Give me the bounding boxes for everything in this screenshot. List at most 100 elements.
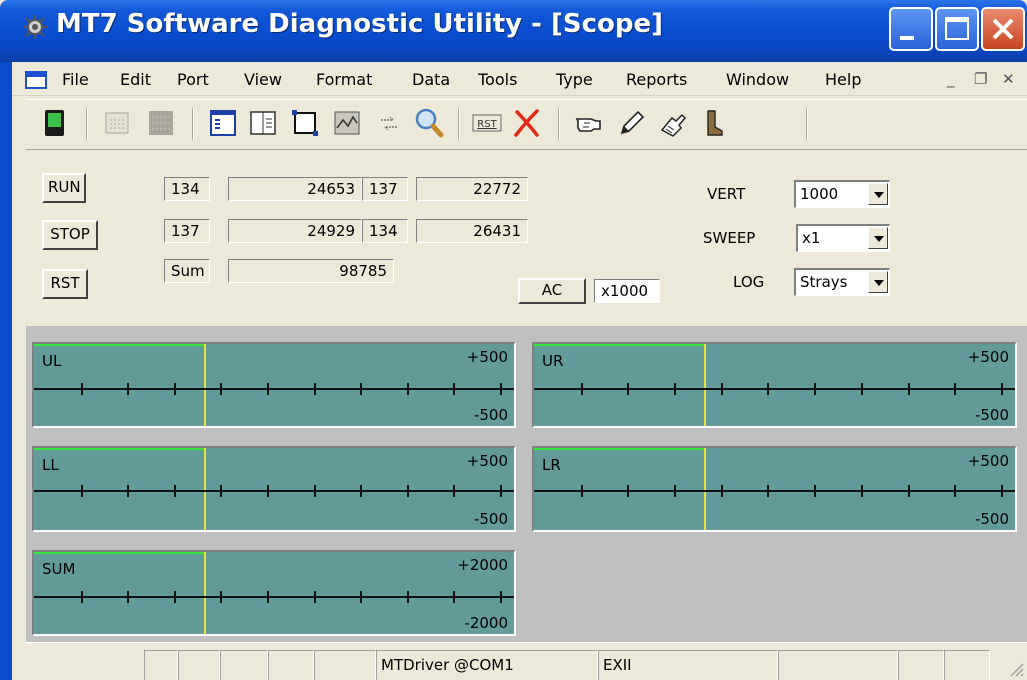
tick-mark [220,591,222,603]
menu-edit[interactable]: Edit [120,70,151,89]
minimize-button[interactable] [889,7,933,51]
book-icon[interactable] [38,106,72,140]
tick-mark [81,383,83,395]
menu-reports[interactable]: Reports [626,70,687,89]
trigger-line [204,344,206,426]
tick-mark [220,383,222,395]
maximize-button[interactable] [935,7,979,51]
scale-top: +2000 [457,556,508,574]
sum-field: 98785 [228,259,394,283]
top-line [34,552,204,554]
window-frame-inner [12,96,26,680]
tick-mark [500,383,502,395]
app-icon [23,15,47,39]
tick-mark [81,591,83,603]
tick-mark [453,485,455,497]
scale-top: +500 [466,452,508,470]
scale-bottom: -2000 [464,614,508,632]
tick-mark [627,485,629,497]
tick-mark [174,383,176,395]
stop-button[interactable]: STOP [42,220,98,250]
resize-grip-icon[interactable] [1005,658,1025,678]
axis-line [34,388,514,390]
log-label: LOG [733,273,765,291]
axis-line [34,490,514,492]
delete-icon[interactable] [510,106,544,140]
maximize-icon [945,17,969,40]
tick-mark [174,591,176,603]
tick-mark [1001,485,1003,497]
child-minimize-icon[interactable]: _ [947,70,955,88]
menu-file[interactable]: File [62,70,89,89]
axis-line [534,490,1015,492]
status-pane [144,650,178,680]
menu-view[interactable]: View [244,70,282,89]
reset-button[interactable]: RST [42,269,88,299]
status-pane [268,650,314,680]
tick-mark [674,485,676,497]
value-field: 26431 [416,219,528,243]
scope-ul[interactable]: UL +500 -500 [32,342,516,428]
channel-label: LL [42,456,59,474]
count-field: 137 [362,177,408,201]
tick-mark [314,591,316,603]
split-view-icon[interactable] [246,106,280,140]
scope-ur[interactable]: UR +500 -500 [532,342,1017,428]
status-pane [898,650,944,680]
child-close-icon[interactable]: ✕ [1002,70,1015,88]
scale-bottom: -500 [974,510,1009,528]
tick-mark [861,485,863,497]
menu-port[interactable]: Port [177,70,209,89]
pencil-icon[interactable] [614,106,648,140]
tick-mark [814,485,816,497]
menu-type[interactable]: Type [556,70,593,89]
ac-button[interactable]: AC [518,278,586,304]
tick-mark [407,383,409,395]
channel-label: UL [42,352,62,370]
tick-mark [627,383,629,395]
run-button[interactable]: RUN [42,173,86,203]
frame-view-icon[interactable] [288,106,322,140]
log-select[interactable]: Strays [794,268,890,296]
grid-small-icon[interactable] [100,106,134,140]
title-bar[interactable]: MT7 Software Diagnostic Utility - [Scope… [0,0,1027,62]
chevron-down-icon[interactable] [868,183,888,205]
close-button[interactable] [981,7,1025,51]
scope-lr[interactable]: LR +500 -500 [532,446,1017,532]
count-field: 134 [164,177,210,201]
magnifier-icon[interactable] [412,106,446,140]
chevron-down-icon[interactable] [868,227,888,249]
grid-large-icon[interactable] [144,106,178,140]
toolbar-separator [458,108,460,140]
tick-mark [174,485,176,497]
toolbar-separator [558,108,560,140]
reset-icon[interactable]: RST [470,106,504,140]
toolbar-separator [806,108,808,140]
document-icon[interactable] [25,71,47,89]
tick-mark [500,485,502,497]
tick-mark [908,485,910,497]
list-view-icon[interactable] [206,106,240,140]
menu-data[interactable]: Data [412,70,450,89]
menu-window[interactable]: Window [726,70,789,89]
menu-tools[interactable]: Tools [478,70,517,89]
tick-mark [767,485,769,497]
multiplier-field: x1000 [594,279,660,303]
waveform-icon[interactable] [330,106,364,140]
tick-mark [954,485,956,497]
top-line [534,448,704,450]
boot-icon[interactable] [696,106,730,140]
scope-sum[interactable]: SUM +2000 -2000 [32,550,516,636]
pointing-hand-icon[interactable] [572,106,606,140]
sweep-select[interactable]: x1 [796,224,890,252]
trigger-line [204,552,206,634]
eraser-hand-icon[interactable] [656,106,690,140]
scope-ll[interactable]: LL +500 -500 [32,446,516,532]
vert-select[interactable]: 1000 [794,180,890,208]
menu-format[interactable]: Format [316,70,372,89]
chevron-down-icon[interactable] [868,271,888,293]
value-field: 24653 [228,177,362,201]
transfer-icon[interactable] [372,106,406,140]
menu-help[interactable]: Help [825,70,861,89]
child-restore-icon[interactable]: ❐ [974,70,987,88]
